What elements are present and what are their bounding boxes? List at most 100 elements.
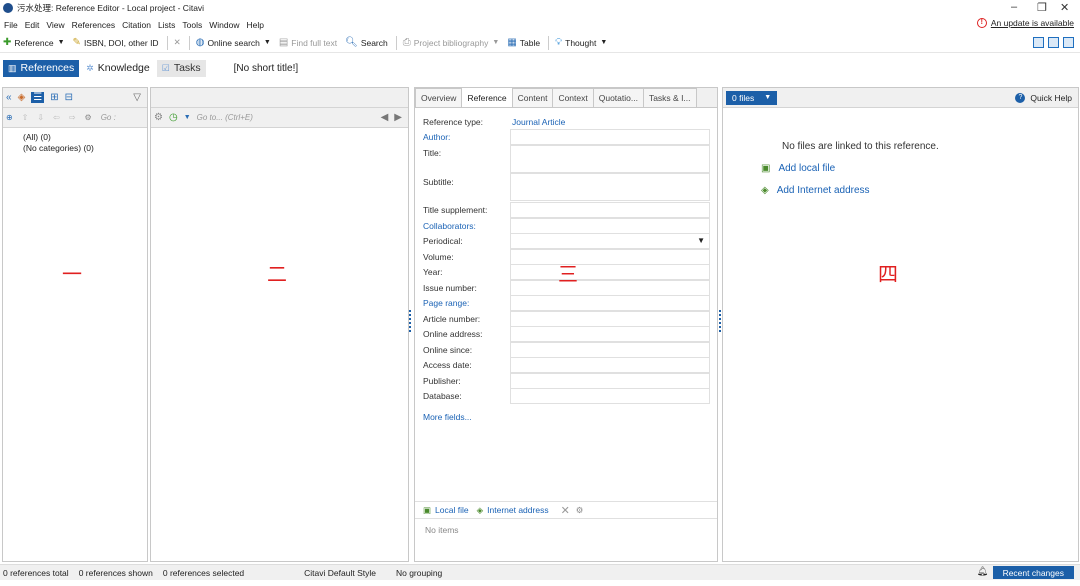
previous-icon[interactable]: ◀ bbox=[381, 112, 389, 123]
marker-1: 一 bbox=[62, 264, 82, 286]
citation-style[interactable]: Citavi Default Style bbox=[304, 568, 376, 578]
author-field[interactable] bbox=[510, 129, 710, 145]
add-reference-button[interactable]: ✚ Reference ▼ bbox=[3, 37, 65, 48]
title-field[interactable] bbox=[510, 145, 710, 173]
online-search-button[interactable]: ◍ Online search ▼ bbox=[196, 37, 271, 48]
close-button[interactable]: ✕ bbox=[1060, 1, 1069, 14]
category-panel: « ◈ ☰ ⊞ ⊟ ▽ ⊕ ⇧ ⇩ ⇦ ⇨ ⚙ Go : (All) (0) (… bbox=[2, 87, 148, 562]
title-supplement-field[interactable] bbox=[510, 202, 710, 218]
tag-icon[interactable]: ◈ bbox=[18, 92, 26, 103]
filter-icon[interactable]: ▽ bbox=[133, 92, 141, 103]
references-mode-button[interactable]: ▥ References bbox=[3, 59, 80, 77]
year-field[interactable] bbox=[510, 264, 710, 280]
update-notice[interactable]: ! An update is available bbox=[976, 18, 1074, 28]
category-list: (All) (0) (No categories) (0) bbox=[3, 128, 147, 154]
page-range-label[interactable]: Page range: bbox=[423, 298, 469, 308]
thought-button[interactable]: 💡︎ Thought ▼ bbox=[555, 37, 607, 48]
menu-lists[interactable]: Lists bbox=[158, 20, 175, 30]
publisher-field[interactable] bbox=[510, 373, 710, 389]
arrow-down-icon[interactable]: ⇩ bbox=[37, 113, 44, 122]
menu-tools[interactable]: Tools bbox=[182, 20, 202, 30]
periodical-field[interactable]: ▼ bbox=[510, 233, 710, 249]
access-date-field[interactable] bbox=[510, 357, 710, 373]
remove-icon[interactable]: ✕ bbox=[561, 504, 570, 517]
reference-type-value[interactable]: Journal Article bbox=[512, 117, 565, 127]
layout-three-pane-icon[interactable] bbox=[1063, 37, 1074, 48]
grouping[interactable]: No grouping bbox=[396, 568, 442, 578]
main-toolbar: ✚ Reference ▼ ✎ ISBN, DOI, other ID ✕ ◍ Onli… bbox=[0, 33, 1080, 53]
lightbulb-icon: 💡︎ bbox=[555, 37, 563, 48]
gear-icon[interactable]: ⚙ bbox=[576, 505, 584, 516]
category-tree-icon[interactable]: ☰ bbox=[31, 92, 45, 103]
menu-help[interactable]: Help bbox=[247, 20, 264, 30]
page-range-field[interactable] bbox=[510, 295, 710, 311]
category-none[interactable]: (No categories) (0) bbox=[3, 143, 147, 154]
layout-two-pane-icon[interactable] bbox=[1048, 37, 1059, 48]
internet-address-button[interactable]: Internet address bbox=[487, 505, 548, 515]
table-button[interactable]: ▦ Table bbox=[507, 37, 540, 48]
recent-changes-button[interactable]: Recent changes bbox=[992, 566, 1074, 579]
tab-context[interactable]: Context bbox=[552, 88, 594, 107]
category-toolbar: « ◈ ☰ ⊞ ⊟ ▽ bbox=[3, 88, 147, 108]
collaborators-label[interactable]: Collaborators: bbox=[423, 221, 476, 231]
title-bar: 污水处理: Reference Editor - Local project -… bbox=[0, 0, 1080, 16]
layout-one-pane-icon[interactable] bbox=[1033, 37, 1044, 48]
document-icon: ▤ bbox=[278, 37, 289, 48]
files-dropdown[interactable]: 0 files ▼ bbox=[726, 90, 778, 105]
next-icon[interactable]: ▶ bbox=[394, 112, 402, 123]
help-icon: ? bbox=[1015, 92, 1026, 103]
menu-citation[interactable]: Citation bbox=[122, 20, 151, 30]
restore-button[interactable]: ❐ bbox=[1037, 1, 1047, 14]
minimize-button[interactable]: – bbox=[1011, 1, 1017, 13]
menu-references[interactable]: References bbox=[72, 20, 115, 30]
tab-reference[interactable]: Reference bbox=[461, 87, 513, 107]
gear-icon[interactable]: ⚙ bbox=[154, 112, 163, 123]
keywords-icon[interactable]: ⊟ bbox=[65, 92, 73, 103]
delete-icon[interactable]: ✕ bbox=[174, 37, 181, 48]
issue-number-field[interactable] bbox=[510, 280, 710, 296]
online-address-field[interactable] bbox=[510, 326, 710, 342]
splitter-handle[interactable] bbox=[409, 310, 412, 334]
volume-field[interactable] bbox=[510, 249, 710, 265]
isbn-button[interactable]: ✎ ISBN, DOI, other ID bbox=[73, 37, 159, 48]
article-number-field[interactable] bbox=[510, 311, 710, 327]
category-all[interactable]: (All) (0) bbox=[3, 132, 147, 143]
tab-overview[interactable]: Overview bbox=[415, 88, 463, 107]
bell-icon[interactable]: 🔔︎ bbox=[977, 566, 988, 577]
menu-file[interactable]: File bbox=[4, 20, 18, 30]
groups-icon[interactable]: ⊞ bbox=[50, 92, 58, 103]
goto-input[interactable]: Go to... (Ctrl+E) bbox=[197, 113, 253, 122]
author-label[interactable]: Author: bbox=[423, 132, 450, 142]
add-category-icon[interactable]: ⊕ bbox=[6, 113, 13, 122]
project-bibliography-button[interactable]: ⎙ Project bibliography ▼ bbox=[403, 37, 500, 48]
online-since-field[interactable] bbox=[510, 342, 710, 358]
category-nav-bar: ⊕ ⇧ ⇩ ⇦ ⇨ ⚙ Go : bbox=[3, 108, 147, 128]
quick-help-button[interactable]: ? Quick Help bbox=[1015, 92, 1072, 103]
chevron-down-icon[interactable]: ▼ bbox=[184, 114, 191, 121]
knowledge-mode-button[interactable]: ✲ Knowledge bbox=[81, 60, 155, 77]
arrow-up-icon[interactable]: ⇧ bbox=[22, 113, 29, 122]
collaborators-field[interactable] bbox=[510, 218, 710, 234]
tab-quotations[interactable]: Quotatio... bbox=[592, 88, 644, 107]
update-link[interactable]: An update is available bbox=[991, 18, 1074, 28]
history-icon[interactable]: ◷ bbox=[169, 112, 178, 123]
more-fields-link[interactable]: More fields... bbox=[423, 412, 472, 422]
menu-edit[interactable]: Edit bbox=[25, 20, 40, 30]
local-file-button[interactable]: Local file bbox=[435, 505, 469, 515]
arrow-right-icon[interactable]: ⇨ bbox=[69, 113, 76, 122]
add-local-file-link[interactable]: ▣ Add local file bbox=[761, 163, 835, 174]
category-goto-input[interactable]: Go : bbox=[101, 113, 116, 122]
add-internet-address-link[interactable]: ◈ Add Internet address bbox=[761, 185, 870, 196]
subtitle-field[interactable] bbox=[510, 173, 710, 201]
menu-window[interactable]: Window bbox=[209, 20, 239, 30]
tab-content[interactable]: Content bbox=[511, 88, 554, 107]
tab-tasks[interactable]: Tasks & I... bbox=[642, 88, 697, 107]
search-button[interactable]: 🔍︎ Search bbox=[345, 37, 388, 48]
collapse-icon[interactable]: « bbox=[6, 92, 12, 103]
find-full-text-button[interactable]: ▤ Find full text bbox=[279, 37, 337, 48]
database-field[interactable] bbox=[510, 388, 710, 404]
tasks-mode-button[interactable]: ☑ Tasks bbox=[156, 59, 206, 77]
arrow-left-icon[interactable]: ⇦ bbox=[53, 113, 60, 122]
gear-icon[interactable]: ⚙ bbox=[85, 113, 92, 122]
menu-view[interactable]: View bbox=[46, 20, 64, 30]
